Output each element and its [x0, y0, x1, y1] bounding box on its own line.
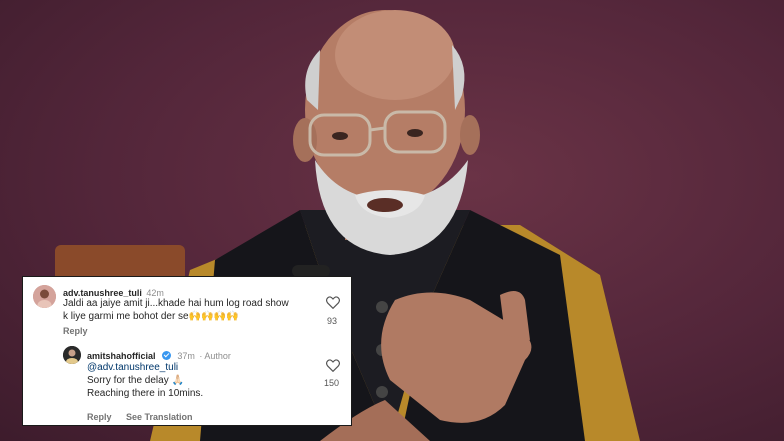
comment-text-line: Jaldi aa jaiye amit ji...khade hai hum l… [63, 298, 289, 309]
like-count: 93 [327, 316, 338, 326]
reply-time: 37m [177, 351, 195, 361]
comment-text: Jaldi aa jaiye amit ji...khade hai hum l… [63, 297, 328, 323]
reply-text-line: Sorry for the delay 🙏🏻 [87, 375, 184, 386]
avatar[interactable] [33, 285, 56, 308]
reply-actions: Reply See Translation [87, 407, 193, 425]
comment-text-line: k liye garmi me bohot der se🙌🙌🙌🙌 [63, 311, 239, 322]
reply-text-line: Reaching there in 10mins. [87, 388, 204, 399]
reply-button[interactable]: Reply [63, 326, 88, 336]
like-count: 150 [324, 378, 340, 388]
verified-badge-icon [161, 351, 171, 360]
like-heart-icon[interactable] [326, 359, 340, 372]
comment-screenshot-card: adv.tanushree_tuli 42m Jaldi aa jaiye am… [22, 276, 352, 426]
like-heart-icon[interactable] [326, 296, 340, 309]
reply-button[interactable]: Reply [87, 412, 112, 422]
avatar[interactable] [63, 346, 81, 364]
reply-text: @adv.tanushree_tuli Sorry for the delay … [87, 361, 317, 400]
author-label: · Author [199, 351, 231, 361]
reply-username[interactable]: amitshahofficial [87, 351, 156, 361]
see-translation-button[interactable]: See Translation [126, 412, 193, 422]
mention-link[interactable]: @adv.tanushree_tuli [87, 361, 317, 374]
